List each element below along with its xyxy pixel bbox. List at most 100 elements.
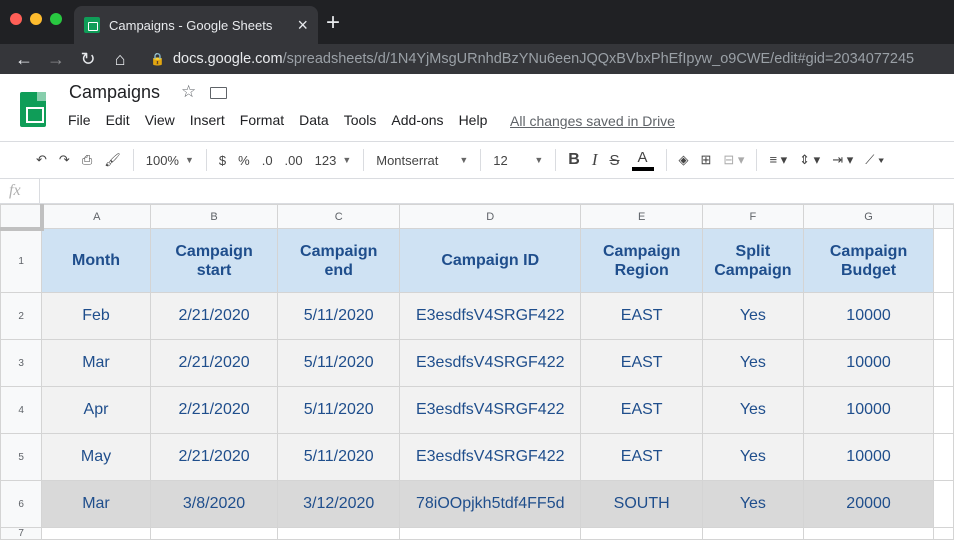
grid-cell[interactable] <box>399 527 582 540</box>
decrease-decimal-button[interactable]: .0 <box>256 142 279 178</box>
grid-cell[interactable] <box>149 527 279 540</box>
table-cell[interactable]: 2/21/2020 <box>149 433 279 481</box>
column-header-d[interactable]: D <box>399 204 582 229</box>
table-cell[interactable]: EAST <box>580 292 703 340</box>
table-cell[interactable]: Yes <box>702 480 804 528</box>
table-cell[interactable]: 20000 <box>802 480 935 528</box>
table-cell[interactable]: Mar <box>41 480 151 528</box>
table-cell[interactable]: 5/11/2020 <box>277 339 401 387</box>
grid-cell[interactable] <box>933 386 954 434</box>
table-cell[interactable]: 3/12/2020 <box>277 480 401 528</box>
table-cell[interactable]: 10000 <box>802 433 935 481</box>
bold-button[interactable]: B <box>562 142 586 178</box>
borders-icon[interactable]: ⊞ <box>695 142 718 178</box>
header-cell-month[interactable]: Month <box>41 228 151 293</box>
row-header[interactable]: 5 <box>0 433 43 481</box>
grid-cell[interactable] <box>933 339 954 387</box>
menu-insert[interactable]: Insert <box>190 112 225 128</box>
vertical-align-icon[interactable]: ⇕ ▾ <box>793 142 826 178</box>
column-header-b[interactable]: B <box>149 204 279 229</box>
table-cell[interactable]: E3esdfsV4SRGF422 <box>399 339 582 387</box>
close-tab-icon[interactable]: × <box>297 15 308 36</box>
move-folder-icon[interactable] <box>210 87 227 99</box>
table-cell[interactable]: E3esdfsV4SRGF422 <box>399 433 582 481</box>
horizontal-align-icon[interactable]: ≡ ▾ <box>763 142 793 178</box>
menu-addons[interactable]: Add-ons <box>391 112 443 128</box>
menu-view[interactable]: View <box>145 112 175 128</box>
column-header-g[interactable]: G <box>802 204 935 229</box>
table-cell[interactable]: Mar <box>41 339 151 387</box>
font-size-select[interactable]: 12 ▼ <box>487 142 549 178</box>
new-tab-icon[interactable]: + <box>326 9 340 37</box>
undo-icon[interactable]: ↶ <box>30 142 53 178</box>
table-cell[interactable]: 3/8/2020 <box>149 480 279 528</box>
grid-cell[interactable] <box>933 228 954 293</box>
table-cell[interactable]: E3esdfsV4SRGF422 <box>399 386 582 434</box>
table-cell[interactable]: 2/21/2020 <box>149 292 279 340</box>
print-icon[interactable]: ⎙ <box>76 142 98 178</box>
menu-format[interactable]: Format <box>240 112 284 128</box>
row-header-1[interactable]: 1 <box>0 228 43 293</box>
column-header-e[interactable]: E <box>580 204 703 229</box>
menu-edit[interactable]: Edit <box>106 112 130 128</box>
increase-decimal-button[interactable]: .00 <box>279 142 309 178</box>
merge-cells-icon[interactable]: ⊟ ▾ <box>717 142 750 178</box>
table-cell[interactable]: Yes <box>702 433 804 481</box>
more-formats-button[interactable]: 123 ▼ <box>309 142 358 178</box>
browser-tab[interactable]: Campaigns - Google Sheets × <box>74 6 318 44</box>
home-icon[interactable]: ⌂ <box>104 49 136 70</box>
table-cell[interactable]: May <box>41 433 151 481</box>
maximize-window-button[interactable] <box>50 13 62 25</box>
menu-data[interactable]: Data <box>299 112 329 128</box>
fill-color-icon[interactable]: ◈ <box>673 142 695 178</box>
table-cell[interactable]: Yes <box>702 386 804 434</box>
save-status-link[interactable]: All changes saved in Drive <box>510 113 675 129</box>
table-cell[interactable]: 10000 <box>802 292 935 340</box>
header-cell-campaign-budget[interactable]: Campaign Budget <box>802 228 935 293</box>
table-cell[interactable]: 10000 <box>802 386 935 434</box>
table-cell[interactable]: EAST <box>580 433 703 481</box>
menu-file[interactable]: File <box>68 112 91 128</box>
table-cell[interactable]: Feb <box>41 292 151 340</box>
header-cell-campaign-start[interactable]: Campaign start <box>149 228 279 293</box>
select-all-corner[interactable] <box>0 204 44 231</box>
column-header-a[interactable]: A <box>41 204 151 229</box>
url-field[interactable]: 🔒 docs.google.com /spreadsheets/d/1N4YjM… <box>150 51 914 67</box>
grid-cell[interactable] <box>41 527 151 540</box>
menu-help[interactable]: Help <box>459 112 488 128</box>
table-cell[interactable]: SOUTH <box>580 480 703 528</box>
paint-format-icon[interactable]: 🖌 <box>98 142 127 178</box>
grid-cell[interactable] <box>702 527 804 540</box>
zoom-select[interactable]: 100% ▼ <box>140 142 200 178</box>
header-cell-campaign-id[interactable]: Campaign ID <box>399 228 582 293</box>
table-cell[interactable]: E3esdfsV4SRGF422 <box>399 292 582 340</box>
row-header[interactable]: 6 <box>0 480 43 528</box>
header-cell-campaign-end[interactable]: Campaign end <box>277 228 401 293</box>
table-cell[interactable]: 5/11/2020 <box>277 292 401 340</box>
currency-format-button[interactable]: $ <box>213 142 232 178</box>
star-icon[interactable]: ☆ <box>181 82 196 102</box>
text-color-button[interactable]: A <box>626 142 660 178</box>
minimize-window-button[interactable] <box>30 13 42 25</box>
row-header[interactable]: 2 <box>0 292 43 340</box>
table-cell[interactable]: 10000 <box>802 339 935 387</box>
reload-icon[interactable]: ↻ <box>72 49 104 70</box>
text-wrap-icon[interactable]: ⇥ ▾ <box>826 142 859 178</box>
table-cell[interactable]: Yes <box>702 292 804 340</box>
column-header-c[interactable]: C <box>277 204 401 229</box>
close-window-button[interactable] <box>10 13 22 25</box>
doc-title[interactable]: Campaigns <box>69 82 160 103</box>
grid-cell[interactable] <box>933 480 954 528</box>
grid-cell[interactable] <box>933 292 954 340</box>
table-cell[interactable]: 2/21/2020 <box>149 339 279 387</box>
header-cell-campaign-region[interactable]: Campaign Region <box>580 228 703 293</box>
header-cell-split-campaign[interactable]: Split Campaign <box>702 228 804 293</box>
table-cell[interactable]: 5/11/2020 <box>277 433 401 481</box>
table-cell[interactable]: 2/21/2020 <box>149 386 279 434</box>
forward-arrow-icon[interactable]: → <box>40 49 72 70</box>
grid-cell[interactable] <box>933 433 954 481</box>
formula-input[interactable] <box>40 179 954 203</box>
percent-format-button[interactable]: % <box>232 142 256 178</box>
grid-cell[interactable] <box>277 527 401 540</box>
redo-icon[interactable]: ↷ <box>53 142 76 178</box>
